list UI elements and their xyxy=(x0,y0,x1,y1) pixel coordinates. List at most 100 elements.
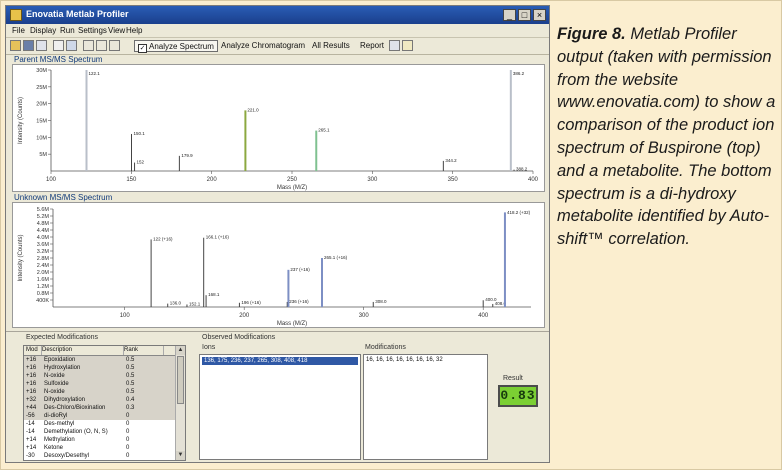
menu-file[interactable]: File xyxy=(12,26,25,35)
modification-row[interactable]: +14 Ketone 0 xyxy=(24,444,185,452)
y-tick-label: 4.8M xyxy=(37,221,50,227)
description-cell: Ketone xyxy=(44,445,64,451)
menu-run[interactable]: Run xyxy=(60,26,75,35)
modification-row[interactable]: -14 Demethylation (O, N, S) 0 xyxy=(24,428,185,436)
ions-list[interactable]: 136, 175, 236, 237, 265, 308, 408, 418 xyxy=(199,354,361,460)
description-cell: di-dioRyl xyxy=(44,413,68,419)
scroll-thumb[interactable] xyxy=(177,356,184,404)
save-icon[interactable] xyxy=(23,40,34,51)
modification-row[interactable]: +32 Dihydroxylation 0.4 xyxy=(24,396,185,404)
menu-settings[interactable]: Settings xyxy=(78,26,107,35)
scroll-down-icon[interactable]: ▼ xyxy=(176,451,185,460)
y-tick-label: 20M xyxy=(36,102,47,108)
analyze-spectrum-label: Analyze Spectrum xyxy=(149,42,214,51)
peak-label: 237 (+16) xyxy=(290,267,310,272)
minimize-icon[interactable]: _ xyxy=(503,9,516,21)
menu-display[interactable]: Display xyxy=(30,26,56,35)
x-tick-label: 400 xyxy=(478,313,489,319)
peak-label: 308.0 xyxy=(375,299,387,304)
ions-selected-row[interactable]: 136, 175, 236, 237, 265, 308, 408, 418 xyxy=(202,357,358,365)
description-cell: Demethylation (O, N, S) xyxy=(44,429,108,435)
modification-row[interactable]: +16 N-oxide 0.5 xyxy=(24,388,185,396)
mod-cell: +16 xyxy=(26,365,37,371)
rank-cell: 0 xyxy=(126,437,130,443)
modification-row[interactable]: +16 Epoxidation 0.5 xyxy=(24,356,185,364)
menu-bar: File Display Run Settings View Help xyxy=(6,24,549,38)
result-display: 0.83 xyxy=(498,385,538,407)
close-icon[interactable]: × xyxy=(533,9,546,21)
x-tick-label: 300 xyxy=(359,313,370,319)
folder-icon[interactable] xyxy=(10,40,21,51)
rank-cell: 0.5 xyxy=(126,365,135,371)
undo-icon[interactable] xyxy=(96,40,107,51)
description-cell: Hydroxylation xyxy=(44,365,81,371)
modification-row[interactable]: -14 Des-methyl 0 xyxy=(24,420,185,428)
report-icon[interactable] xyxy=(389,40,400,51)
expected-mods-scrollbar[interactable]: ▲ ▼ xyxy=(175,346,185,460)
col-rank[interactable]: Rank xyxy=(124,346,164,355)
peak-label: 236 (+16) xyxy=(289,299,309,304)
unknown-spectrum-frame: 100 200 300 400 400K 0.8M 1.2M 1.6M 2.0M 2.4M 2.8M… xyxy=(12,202,545,328)
analyze-chromatogram-button[interactable]: Analyze Chromatogram xyxy=(218,40,308,52)
y-tick-label: 3.2M xyxy=(37,249,50,255)
x-tick-label: 150 xyxy=(126,177,137,183)
modification-row[interactable]: +16 Sulfoxide 0.5 xyxy=(24,380,185,388)
peak-label: 344.2 xyxy=(445,158,457,163)
mods-label: Modifications xyxy=(365,344,406,351)
maximize-icon[interactable]: □ xyxy=(518,9,531,21)
y-tick-label: 25M xyxy=(36,85,47,91)
redo-icon[interactable] xyxy=(83,40,94,51)
help-icon[interactable] xyxy=(402,40,413,51)
mods-list[interactable]: 16, 16, 16, 16, 16, 16, 16, 32 xyxy=(363,354,488,460)
print-icon[interactable] xyxy=(53,40,64,51)
peak-label: 152 xyxy=(137,160,145,165)
report-button[interactable]: Report xyxy=(357,40,387,52)
description-cell: N-oxide xyxy=(44,373,65,379)
peak-label: 196 (+16) xyxy=(241,300,261,305)
menu-help[interactable]: Help xyxy=(126,26,142,35)
window-title: Enovatia Metlab Profiler xyxy=(26,9,129,19)
y-tick-label: 2.0M xyxy=(37,270,50,276)
description-cell: Methylation xyxy=(44,437,75,443)
copy-icon[interactable] xyxy=(36,40,47,51)
y-tick-label: 1.2M xyxy=(37,284,50,290)
modification-row[interactable]: +44 Des-Chloro/Bioxination 0.3 xyxy=(24,404,185,412)
mod-cell: -30 xyxy=(26,453,35,459)
all-results-button[interactable]: All Results xyxy=(309,40,353,52)
x-tick-label: 350 xyxy=(448,177,459,183)
y-tick-label: 2.4M xyxy=(37,263,50,269)
description-cell: Dihydroxylation xyxy=(44,397,86,403)
peak-label: 136.0 xyxy=(170,301,182,306)
y-tick-label: 3.6M xyxy=(37,242,50,248)
modification-row[interactable]: -56 di-dioRyl 0 xyxy=(24,412,185,420)
peak-label: 122 (+16) xyxy=(153,236,173,241)
modification-row[interactable]: -30 Desoxy/Desethyl 0 xyxy=(24,452,185,460)
description-cell: Epoxidation xyxy=(44,357,76,363)
mod-cell: -56 xyxy=(26,413,35,419)
col-mod[interactable]: Mod xyxy=(24,346,42,355)
rank-cell: 0.4 xyxy=(126,397,135,403)
col-description[interactable]: Description xyxy=(42,346,124,355)
y-tick-label: 400K xyxy=(36,298,49,304)
modification-row[interactable]: +14 Methylation 0 xyxy=(24,436,185,444)
mod-cell: +32 xyxy=(26,397,37,403)
arrow-icon[interactable] xyxy=(109,40,120,51)
analyze-spectrum-button[interactable]: ✓ Analyze Spectrum xyxy=(134,40,218,53)
scroll-up-icon[interactable]: ▲ xyxy=(176,346,185,355)
mod-cell: +16 xyxy=(26,373,37,379)
expected-mods-table[interactable]: Mod Description Rank +16 Epoxidation 0.5 +1… xyxy=(23,345,186,461)
x-axis-label: Mass (M/Z) xyxy=(277,185,307,191)
rank-cell: 0 xyxy=(126,453,130,459)
y-tick-label: 5.6M xyxy=(37,207,50,213)
x-tick-label: 100 xyxy=(120,313,131,319)
x-tick-label: 200 xyxy=(207,177,218,183)
x-axis-label: Mass (M/Z) xyxy=(277,321,307,327)
parent-spectrum-chart: 100 150 200 250 300 350 400 5M 10M 15M 20M 25M 30M Ma… xyxy=(18,68,539,191)
rank-cell: 0.3 xyxy=(126,405,135,411)
menu-view[interactable]: View xyxy=(108,26,125,35)
peak-label: 168.1 xyxy=(208,292,220,297)
zoom-icon[interactable] xyxy=(66,40,77,51)
description-cell: Des-Chloro/Bioxination xyxy=(44,405,106,411)
modification-row[interactable]: +16 Hydroxylation 0.5 xyxy=(24,364,185,372)
modification-row[interactable]: +16 N-oxide 0.5 xyxy=(24,372,185,380)
